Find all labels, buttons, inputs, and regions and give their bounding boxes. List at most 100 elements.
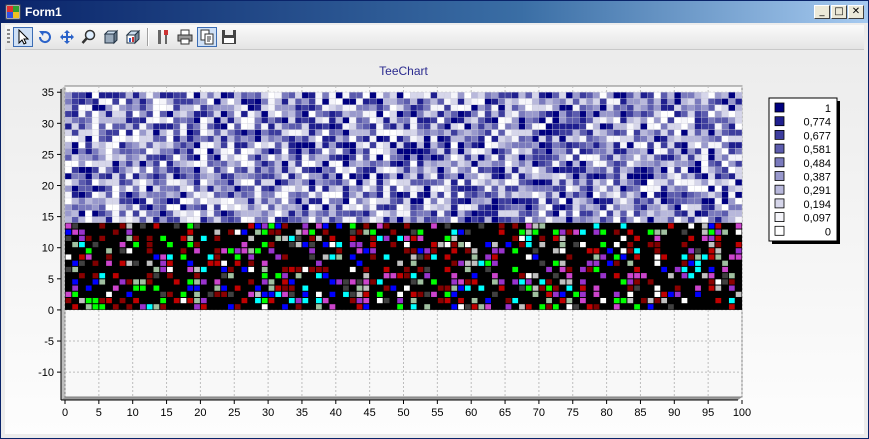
heatmap-cell <box>106 291 112 297</box>
heatmap-cell <box>694 129 702 136</box>
maximize-button[interactable]: □ <box>831 5 847 19</box>
heatmap-cell <box>633 185 641 192</box>
heatmap-cell <box>139 98 147 105</box>
heatmap-cell <box>166 116 174 124</box>
heatmap-cell <box>207 129 215 136</box>
heatmap-cell <box>274 104 282 112</box>
heatmap-cell <box>72 291 79 297</box>
heatmap-cell <box>491 116 499 124</box>
heatmap-cell <box>626 148 634 155</box>
heatmap-cell <box>619 92 628 99</box>
heatmap-cell <box>187 260 194 266</box>
heatmap-chart[interactable]: TeeChart0 5 10 15 20 25 30 35 40 45 50 55 60 65 70 75 80… <box>5 51 864 434</box>
heatmap-cell <box>194 273 200 279</box>
heatmap-cell <box>599 185 607 192</box>
heatmap-cell <box>586 160 594 168</box>
heatmap-cell <box>701 254 708 260</box>
heatmap-cell <box>572 104 580 112</box>
heatmap-cell <box>654 242 661 248</box>
heatmap-cell <box>680 116 688 124</box>
heatmap-cell <box>539 223 546 229</box>
heatmap-cell <box>552 273 559 279</box>
heatmap-cell <box>349 172 357 180</box>
heatmap-cell <box>383 191 391 199</box>
title-bar[interactable]: Form1 _ □ ✕ <box>1 1 868 23</box>
print-button[interactable] <box>175 27 195 47</box>
heatmap-cell <box>240 210 248 217</box>
heatmap-cell <box>281 135 289 143</box>
heatmap-cell <box>660 191 668 199</box>
heatmap-cell <box>518 216 526 223</box>
heatmap-cell <box>627 285 634 291</box>
heatmap-cell <box>301 110 309 118</box>
toolbar-grip[interactable] <box>7 29 10 45</box>
save-button[interactable] <box>219 27 239 47</box>
heatmap-cell <box>443 154 452 161</box>
heatmap-cell <box>207 191 215 199</box>
heatmap-cell <box>369 154 377 161</box>
heatmap-cell <box>267 179 276 186</box>
heatmap-cell <box>396 197 404 205</box>
heatmap-cell <box>531 197 540 205</box>
heatmap-cell <box>735 242 742 248</box>
heatmap-cell <box>492 291 498 297</box>
heatmap-cell <box>227 123 235 130</box>
minimize-button[interactable]: _ <box>814 5 830 19</box>
heatmap-cell <box>437 129 445 136</box>
heatmap-cell <box>119 191 127 199</box>
heatmap-cell <box>667 160 675 168</box>
heatmap-cell <box>166 148 174 155</box>
heatmap-cell <box>450 92 458 99</box>
y-tick-label: -5 <box>44 336 54 348</box>
heatmap-cell <box>396 116 404 124</box>
heatmap-cell <box>545 166 553 174</box>
heatmap-cell <box>518 172 526 180</box>
heatmap-cell <box>146 210 154 217</box>
heatmap-cell <box>152 160 160 168</box>
heatmap-cell <box>187 297 194 304</box>
heatmap-cell <box>71 216 79 223</box>
view3d-tool-button[interactable] <box>123 27 143 47</box>
heatmap-cell <box>464 148 472 155</box>
heatmap-cell <box>268 297 275 304</box>
heatmap-cell <box>315 297 322 304</box>
heatmap-cell <box>173 185 181 192</box>
heatmap-cell <box>667 92 675 99</box>
heatmap-cell <box>464 135 472 143</box>
heatmap-cell <box>173 223 180 229</box>
heatmap-cell <box>383 148 391 155</box>
heatmap-cell <box>694 172 702 180</box>
heatmap-cell <box>660 216 668 223</box>
heatmap-cell <box>301 148 309 155</box>
heatmap-cell <box>559 204 567 211</box>
zoom-tool-button[interactable] <box>79 27 99 47</box>
move-tool-button[interactable] <box>57 27 77 47</box>
heatmap-cell <box>491 191 499 199</box>
heatmap-cell <box>180 291 187 297</box>
copy-button[interactable] <box>197 27 217 47</box>
heatmap-cell <box>193 123 201 130</box>
heatmap-cell <box>410 229 417 235</box>
heatmap-cell <box>511 197 519 205</box>
edit-tool-button[interactable] <box>153 27 173 47</box>
rotate-tool-button[interactable] <box>35 27 55 47</box>
heatmap-cell <box>416 135 424 143</box>
heatmap-cell <box>335 98 343 105</box>
heatmap-cell <box>681 254 688 260</box>
heatmap-cell <box>85 297 92 304</box>
heatmap-cell <box>85 197 93 205</box>
heatmap-cell <box>105 123 113 130</box>
heatmap-cell <box>389 148 397 155</box>
heatmap-cell <box>179 129 188 136</box>
heatmap-cell <box>416 104 424 112</box>
close-button[interactable]: ✕ <box>848 5 864 19</box>
heatmap-cell <box>389 172 397 180</box>
heatmap-cell <box>105 135 113 143</box>
heatmap-cell <box>457 172 465 180</box>
select-tool-button[interactable] <box>13 27 33 47</box>
heatmap-cell <box>159 179 167 186</box>
heatmap-cell <box>112 110 120 118</box>
depth-tool-button[interactable] <box>101 27 121 47</box>
heatmap-cell <box>91 135 100 143</box>
heatmap-cell <box>586 191 594 199</box>
